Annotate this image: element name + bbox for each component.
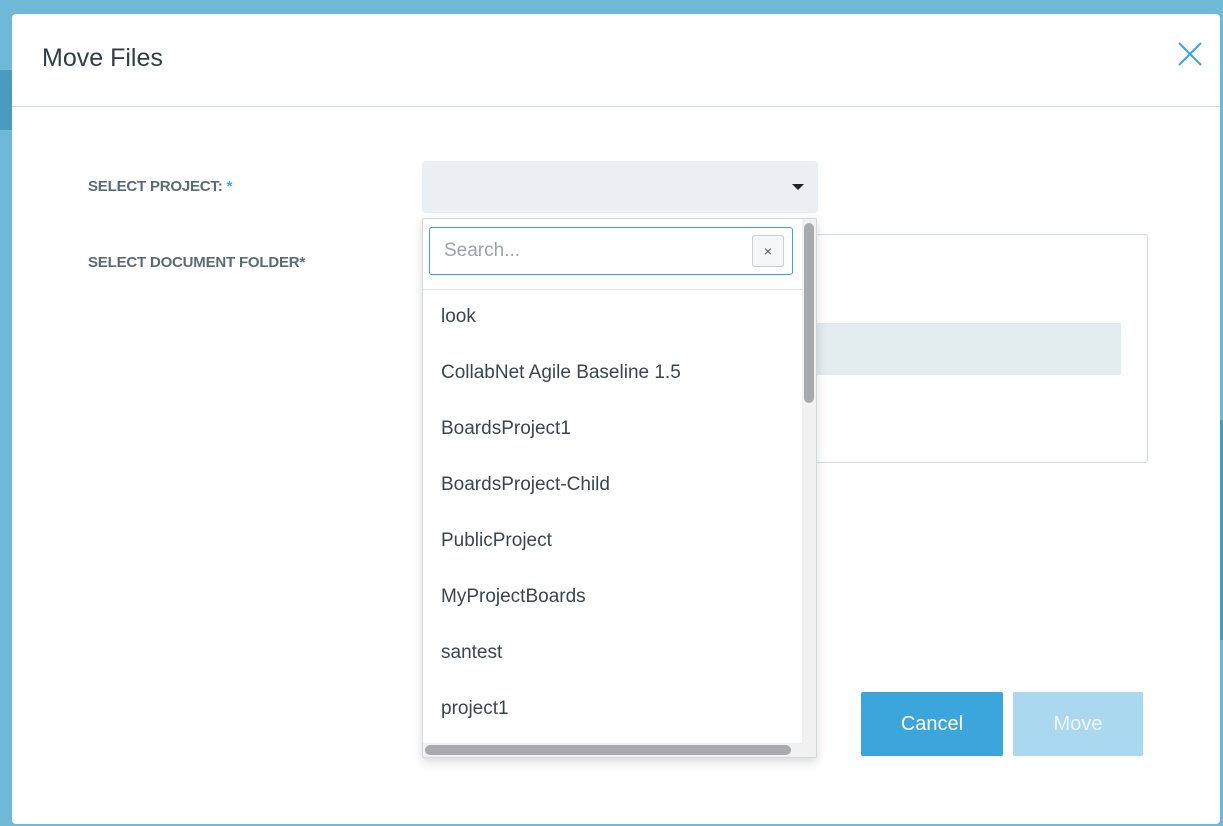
vertical-scroll-thumb[interactable] (804, 223, 814, 403)
close-icon (1178, 42, 1202, 66)
project-select[interactable] (422, 161, 818, 213)
clear-search-button[interactable]: × (752, 235, 784, 267)
dropdown-option[interactable]: CollabNet Agile Baseline 1.5 (423, 345, 802, 401)
select-folder-label-text: SELECT DOCUMENT FOLDER (88, 254, 300, 271)
dropdown-option[interactable]: MyProjectBoards (423, 569, 802, 625)
required-marker: * (299, 254, 306, 271)
move-button[interactable]: Move (1013, 692, 1143, 756)
select-project-label: SELECT PROJECT: * (88, 178, 232, 195)
dropdown-option[interactable]: santest (423, 625, 802, 681)
clear-icon: × (763, 243, 773, 259)
backdrop (0, 70, 12, 130)
move-files-dialog: Move Files SELECT PROJECT: * SELECT DOCU… (12, 14, 1220, 824)
cancel-button[interactable]: Cancel (861, 692, 1003, 756)
select-project-label-text: SELECT PROJECT: (88, 178, 223, 195)
dialog-title: Move Files (42, 44, 163, 72)
required-marker: * (226, 178, 233, 195)
folder-tree-row[interactable] (811, 323, 1121, 375)
dropdown-option[interactable]: BoardsProject-Child (423, 457, 802, 513)
horizontal-scrollbar[interactable] (423, 743, 816, 757)
caret-down-icon (792, 184, 804, 190)
project-option-list: look CollabNet Agile Baseline 1.5 Boards… (423, 289, 802, 737)
select-folder-label: SELECT DOCUMENT FOLDER* (88, 254, 305, 271)
dropdown-option[interactable]: look (423, 289, 802, 345)
horizontal-scroll-thumb[interactable] (425, 745, 791, 755)
dropdown-option[interactable]: BoardsProject1 (423, 401, 802, 457)
dialog-header: Move Files (12, 14, 1220, 107)
vertical-scrollbar[interactable] (802, 219, 816, 743)
search-input[interactable] (429, 227, 793, 275)
dropdown-option[interactable]: project1 (423, 681, 802, 737)
dropdown-option[interactable]: PublicProject (423, 513, 802, 569)
project-dropdown: × look CollabNet Agile Baseline 1.5 Boar… (422, 218, 817, 758)
dropdown-search-area: × (423, 219, 802, 290)
close-button[interactable] (1170, 34, 1210, 74)
